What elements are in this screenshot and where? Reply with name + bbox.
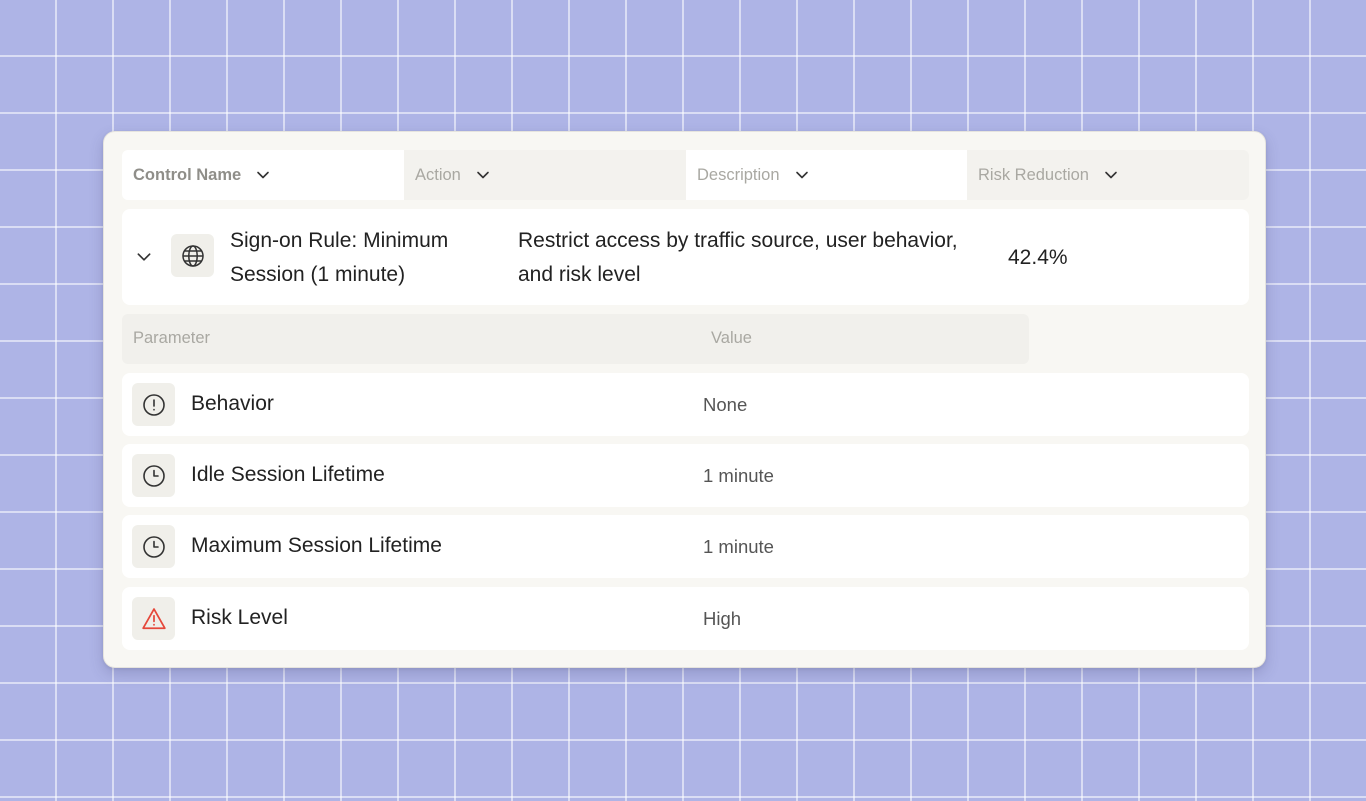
globe-icon bbox=[171, 234, 214, 277]
chevron-down-icon bbox=[475, 167, 491, 183]
header-action[interactable]: Action bbox=[404, 150, 686, 200]
control-name: Sign-on Rule: Minimum Session (1 minute) bbox=[230, 229, 449, 286]
chevron-down-icon bbox=[1103, 167, 1119, 183]
chevron-down-icon bbox=[255, 167, 271, 183]
clock-icon bbox=[132, 525, 175, 568]
parameter-header-label: Parameter bbox=[133, 329, 211, 347]
controls-card: Control Name Action Description Risk Red… bbox=[103, 131, 1266, 668]
parameter-row[interactable]: Maximum Session Lifetime 1 minute bbox=[122, 515, 1249, 578]
parameter-row[interactable]: Idle Session Lifetime 1 minute bbox=[122, 444, 1249, 507]
value-header-label: Value bbox=[711, 329, 752, 347]
clock-icon bbox=[132, 454, 175, 497]
header-description-label: Description bbox=[697, 165, 780, 184]
warning-triangle-icon bbox=[132, 597, 175, 640]
header-control-name[interactable]: Control Name bbox=[122, 150, 404, 200]
alert-circle-icon bbox=[132, 383, 175, 426]
parameter-value: 1 minute bbox=[703, 465, 774, 486]
parameter-value: High bbox=[703, 608, 742, 629]
parameter-name: Maximum Session Lifetime bbox=[191, 534, 442, 557]
header-risk-reduction-label: Risk Reduction bbox=[978, 165, 1089, 184]
parameter-name: Idle Session Lifetime bbox=[191, 463, 385, 486]
parameter-name: Risk Level bbox=[191, 606, 288, 629]
control-risk-reduction: 42.4% bbox=[1008, 246, 1068, 269]
chevron-down-icon bbox=[794, 167, 810, 183]
parameter-row[interactable]: Risk Level High bbox=[122, 587, 1249, 650]
parameter-value: None bbox=[703, 394, 748, 415]
control-row[interactable]: Sign-on Rule: Minimum Session (1 minute)… bbox=[122, 209, 1249, 305]
parameter-header: Parameter Value bbox=[122, 314, 1029, 364]
header-risk-reduction[interactable]: Risk Reduction bbox=[967, 150, 1249, 200]
parameter-value: 1 minute bbox=[703, 536, 774, 557]
header-description[interactable]: Description bbox=[686, 150, 967, 200]
header-action-label: Action bbox=[415, 165, 461, 184]
parameter-row[interactable]: Behavior None bbox=[122, 373, 1249, 436]
header-control-name-label: Control Name bbox=[133, 165, 242, 184]
chevron-down-icon[interactable] bbox=[132, 245, 156, 269]
control-description: Restrict access by traffic source, user … bbox=[518, 229, 958, 286]
parameter-name: Behavior bbox=[191, 392, 274, 415]
